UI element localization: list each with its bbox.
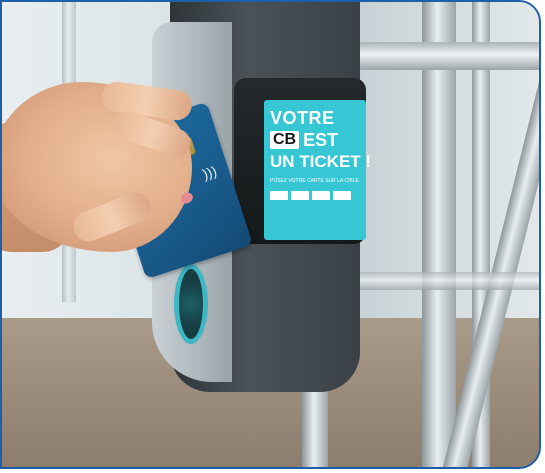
- sign-line-1: VOTRE: [270, 108, 335, 128]
- sign-line-2: CB EST: [270, 130, 338, 150]
- nfc-reader-target: [174, 264, 208, 344]
- rail-top: [342, 42, 539, 70]
- sign-small-text: POSEZ VOTRE CARTE SUR LA CIBLE: [270, 178, 359, 184]
- mastercard-icon: [291, 191, 309, 200]
- info-sign: VOTRE CB EST UN TICKET ! POSEZ VOTRE CAR…: [264, 100, 371, 240]
- visa-icon: [312, 191, 330, 200]
- sign-est: EST: [303, 130, 339, 150]
- cb-logo-icon: [333, 191, 351, 200]
- sign-line-3: UN TICKET !: [270, 152, 372, 171]
- payment-logos: [270, 191, 351, 200]
- logo-icon: [270, 191, 288, 200]
- cb-badge: CB: [270, 131, 300, 149]
- pole-right: [422, 2, 456, 467]
- contactless-icon: ))): [200, 162, 219, 183]
- rail-mid: [332, 272, 539, 290]
- photo-frame: VOTRE CB EST UN TICKET ! POSEZ VOTRE CAR…: [0, 0, 541, 469]
